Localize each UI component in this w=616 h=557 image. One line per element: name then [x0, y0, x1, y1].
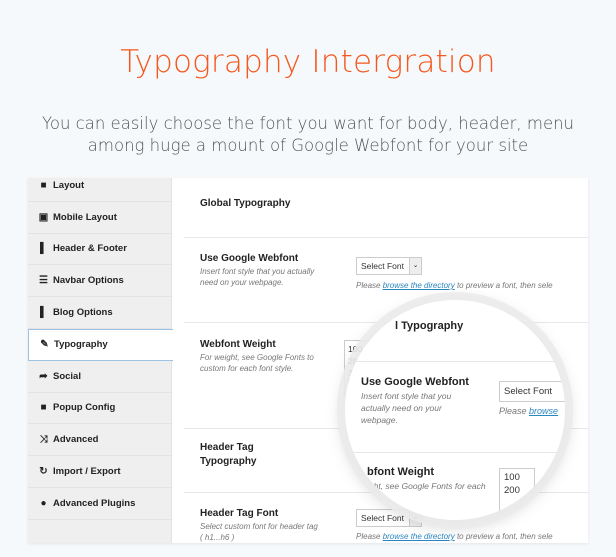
row-global-typography: Global Typography: [184, 180, 588, 237]
bars-icon: ☰: [39, 275, 48, 287]
field-desc: Insert font style that you actually need…: [200, 267, 315, 287]
field-desc: Select custom font for header tag ( h1..…: [200, 522, 318, 542]
section-title: Global Typography: [200, 198, 291, 209]
monitor-icon: ▣: [38, 211, 49, 223]
sidebar-item-blog-options[interactable]: ▌ Blog Options: [28, 297, 171, 329]
help-text: Please browse the directory to preview a…: [356, 532, 553, 541]
browse-link[interactable]: browse the directory: [383, 281, 455, 290]
row-webfont: Use Google Webfont Insert font style that…: [184, 237, 588, 322]
webfont-select[interactable]: Select Font ⌄: [356, 257, 422, 275]
sidebar-item-typography[interactable]: ✎ Typography: [28, 328, 173, 361]
field-label: Header Tag Font: [200, 508, 279, 519]
sidebar-item-label: Advanced Plugins: [53, 497, 136, 509]
share-icon: ➦: [39, 370, 48, 382]
magnifier: l Typography Use Google Webfont Insert f…: [345, 300, 565, 520]
subtitle-line: You can easily choose the font you want …: [41, 114, 575, 133]
sidebar-item-advanced[interactable]: ⤨ Advanced: [28, 424, 171, 457]
sidebar-item-mobile-layout[interactable]: ▣ Mobile Layout: [28, 202, 171, 234]
sidebar-item-layout[interactable]: ■ Layout: [28, 178, 171, 202]
edit-icon: ✎: [40, 339, 49, 351]
info-icon: ●: [40, 497, 47, 509]
sidebar-item-header-footer[interactable]: ▌ Header & Footer: [28, 234, 171, 266]
help-text: Please browse the directory to preview a…: [356, 281, 553, 290]
mag-help: Please browse: [499, 406, 559, 416]
mag-listbox: 100 200: [499, 468, 535, 520]
section-title: Header Tag Typography: [200, 442, 257, 467]
sidebar-item-import-export[interactable]: ↻ Import / Export: [28, 456, 171, 488]
mag-select: Select Font: [499, 381, 565, 402]
subtitle: You can easily choose the font you want …: [0, 113, 616, 157]
mag-field-label: Use Google Webfont: [361, 376, 469, 388]
sidebar-item-navbar-options[interactable]: ☰ Navbar Options: [28, 265, 171, 298]
mag-field-desc: Insert font style that you actually need…: [361, 391, 452, 425]
sidebar-item-label: Typography: [54, 339, 108, 351]
sidebar-item-label: Popup Config: [53, 402, 116, 414]
sidebar-item-label: Advanced: [53, 434, 99, 446]
field-label: Use Google Webfont Insert font style that…: [200, 253, 320, 288]
field-desc: For weight, see Google Fonts to custom f…: [200, 353, 314, 373]
sidebar-item-label: Blog Options: [53, 307, 113, 319]
sidebar-item-label: Layout: [53, 179, 85, 191]
sidebar-item-label: Navbar Options: [53, 275, 124, 287]
refresh-icon: ↻: [39, 466, 48, 478]
page-title: Typography Intergration: [120, 44, 496, 80]
subtitle-line: among huge a mount of Google Webfont for…: [87, 136, 529, 155]
book-icon: ▌: [39, 307, 48, 319]
copy-icon: ■: [40, 179, 47, 191]
sidebar-item-label: Social: [53, 370, 81, 382]
mag-field-label: bfont Weight: [367, 466, 434, 478]
browse-link[interactable]: browse the directory: [383, 532, 455, 541]
field-label: Webfont Weight: [200, 339, 276, 350]
book-icon: ▌: [39, 243, 48, 255]
copy-icon: ■: [40, 402, 47, 414]
sidebar-item-popup-config[interactable]: ■ Popup Config: [28, 393, 171, 425]
sidebar-item-advanced-plugins[interactable]: ● Advanced Plugins: [28, 488, 171, 520]
sidebar-item-social[interactable]: ➦ Social: [28, 361, 171, 393]
sidebar-item-label: Mobile Layout: [53, 211, 117, 223]
mag-field-desc: ight, see Google Fonts for each font: [367, 481, 486, 503]
sidebar: ■ Layout ▣ Mobile Layout ▌ Header & Footer ☰ Na…: [28, 178, 173, 543]
random-icon: ⤨: [39, 434, 48, 446]
sidebar-item-label: Header & Footer: [53, 243, 127, 255]
sidebar-item-label: Import / Export: [53, 466, 121, 478]
chevron-down-icon: ⌄: [409, 258, 421, 274]
mag-section-title: l Typography: [395, 320, 464, 332]
